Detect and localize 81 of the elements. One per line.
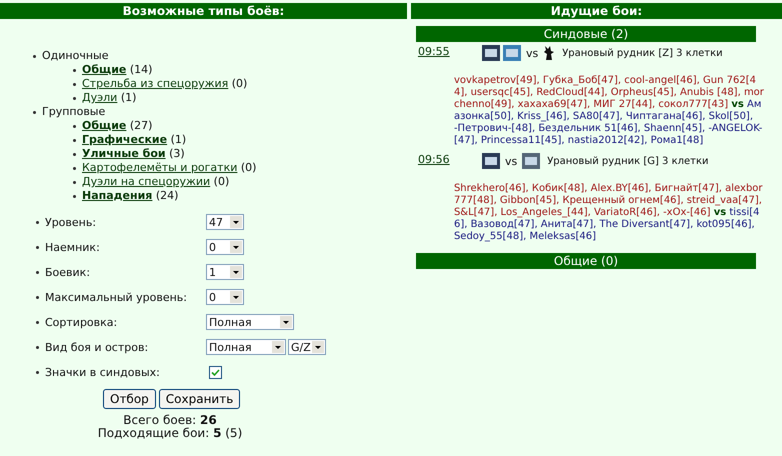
dropdown[interactable]: 0 xyxy=(206,289,244,305)
setting-label: Наемник: xyxy=(45,240,101,254)
battle-type-link[interactable]: Нападения xyxy=(82,189,152,202)
dropdown[interactable]: 0 xyxy=(206,239,244,255)
vs-label: vs xyxy=(504,154,518,168)
battle-type-link[interactable]: Графические xyxy=(82,133,168,146)
clan-emblem-icon xyxy=(482,153,500,169)
setting-label: Сортировка: xyxy=(45,316,118,328)
bullet-icon xyxy=(73,124,76,128)
bullet-icon xyxy=(36,370,39,374)
battle-time-link[interactable]: 09:56 xyxy=(418,153,454,169)
setting-label: Вид боя и остров: xyxy=(45,340,150,354)
bullet-icon xyxy=(73,96,76,100)
bullet-icon xyxy=(36,270,39,274)
battle-type-link[interactable]: Картофелемёты и рогатки xyxy=(82,161,238,174)
bullet-icon xyxy=(73,194,76,198)
battle-count: (27) xyxy=(130,119,152,132)
battle-count: (0) xyxy=(232,77,248,90)
panel-title: Идущие бои: xyxy=(410,3,782,19)
bullet-icon xyxy=(73,166,76,170)
bullet-icon xyxy=(36,220,39,224)
bullet-icon xyxy=(33,110,36,114)
setting-label: Уровень: xyxy=(45,216,98,228)
bullet-icon xyxy=(33,54,36,58)
clan-emblem-icon xyxy=(482,45,500,61)
creature-icon xyxy=(543,45,556,61)
battle-count: (1) xyxy=(120,91,136,104)
setting-label: Максимальный уровень: xyxy=(45,290,188,304)
group-label: Одиночные xyxy=(42,49,108,63)
bullet-icon xyxy=(36,296,39,298)
section-header: Общие (0) xyxy=(416,253,756,269)
form-button[interactable]: Сохранить xyxy=(158,389,240,409)
team-list: vovkapetrov[49], Губка_Боб[47], cool-angel[46], Gun 762[44], usersqc[45], RedCloud[44], Orpheus[45], Anubis [48], morchenno[49], хахаха69[47], МИГ 27[44], сокол777[43] vs Амазонка[50], Kriss_[46], SA80[47], Чиптагана[46], Skol[50], -Петрович-[48], Бездельник 51[46], Shaenn[45], -ANGELOK-[47], Princessa11[45], nastia2012[42], Рома1[48] xyxy=(454,75,764,147)
bullet-icon xyxy=(73,68,76,72)
bullet-icon xyxy=(36,320,39,324)
dropdown[interactable]: Полная xyxy=(206,314,294,330)
location-label: Урановый рудник [Z] 3 клетки xyxy=(562,48,723,58)
total-text: Подходящие бои: 5 (5) xyxy=(96,427,244,440)
group-label: Групповые xyxy=(42,105,106,119)
caret-icon xyxy=(230,291,242,303)
battle-type-link[interactable]: Общие xyxy=(82,119,126,132)
battle-type-link[interactable]: Дуэли xyxy=(82,91,118,104)
dropdown[interactable]: 47 xyxy=(206,214,244,230)
battle-count: (24) xyxy=(156,189,178,202)
section-header: Синдовые (2) xyxy=(416,26,756,42)
bullet-icon xyxy=(36,346,39,348)
caret-icon xyxy=(312,341,324,353)
caret-icon xyxy=(230,241,242,253)
dropdown[interactable]: Полная xyxy=(206,339,286,355)
bullet-icon xyxy=(73,180,76,184)
setting-label: Значки в синдовых: xyxy=(45,366,161,378)
dropdown[interactable]: 1 xyxy=(206,264,244,280)
panel-title: Возможные типы боёв: xyxy=(0,3,407,19)
location-label: Урановый рудник [G] 3 клетки xyxy=(547,156,709,166)
battle-count: (1) xyxy=(170,133,186,146)
vs-label: vs xyxy=(526,46,538,60)
caret-icon xyxy=(230,216,242,228)
bullet-icon xyxy=(73,138,76,142)
battle-count: (3) xyxy=(169,147,185,160)
team-list: Shrekhero[46], Кобик[48], Alex.BY[46], Бигнайт[47], alexbor777[48], Gibbon[45], Крещенный огнем[46], streid_vaa[47], S&L[47], Los_Angeles_[44], VariatoR[46], -хОх-[46] vs tissi[46], Вазовод[47], Анита[47], The Diversant[47], kot095[46], Sedoy_55[48], Meleksas[46] xyxy=(454,183,764,243)
setting-label: Боевик: xyxy=(45,266,92,278)
form-button[interactable]: Отбор xyxy=(103,389,156,409)
battle-type-link[interactable]: Уличные бои xyxy=(82,147,166,160)
battle-type-link[interactable]: Общие xyxy=(82,63,126,76)
battle-count: (0) xyxy=(214,175,230,188)
battle-type-link[interactable]: Дуэли на спецоружии xyxy=(82,175,210,188)
caret-icon xyxy=(230,266,242,278)
checkbox[interactable] xyxy=(209,366,222,378)
total-text: Всего боев: 26 xyxy=(122,414,218,427)
caret-icon xyxy=(280,316,292,328)
dropdown[interactable]: G/Z xyxy=(288,339,326,355)
battle-time-link[interactable]: 09:55 xyxy=(418,45,454,61)
caret-icon xyxy=(272,341,284,353)
battle-count: (14) xyxy=(130,63,152,76)
battle-count: (0) xyxy=(240,161,256,174)
battle-type-link[interactable]: Стрельба из спецоружия xyxy=(82,77,228,90)
clan-emblem-icon xyxy=(502,45,521,61)
bullet-icon xyxy=(73,82,76,86)
clan-emblem-icon xyxy=(522,153,540,169)
bullet-icon xyxy=(36,246,39,248)
bullet-icon xyxy=(73,152,76,156)
